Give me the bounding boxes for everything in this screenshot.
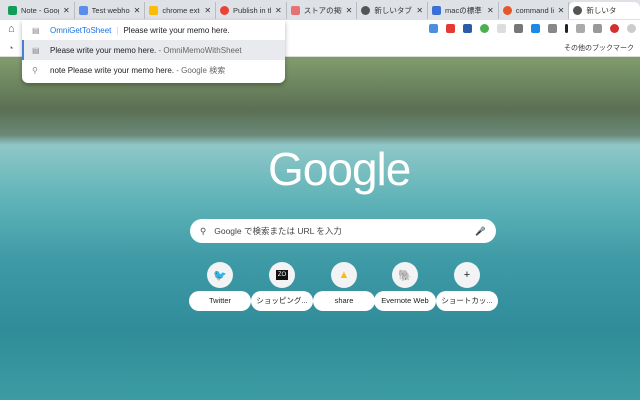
tab-active[interactable]: 新しいタ xyxy=(569,2,640,19)
extension-icon[interactable] xyxy=(610,24,619,33)
extension-icon[interactable] xyxy=(446,24,455,33)
add-shortcut[interactable]: + ショートカッ... xyxy=(436,262,498,311)
chrome-icon xyxy=(361,6,371,15)
history-icon[interactable]: ◔ xyxy=(8,43,13,53)
tab[interactable]: 新しいタブ ✕ xyxy=(357,2,429,19)
twitter-icon[interactable] xyxy=(593,24,602,33)
suggestion-search[interactable]: ⚲ note Please write your memo here. - Goo… xyxy=(22,60,285,80)
extension-icon[interactable] xyxy=(531,24,540,33)
drive-icon xyxy=(149,6,159,15)
suggestion-keyword[interactable]: ▤ OmniGetToSheet | Please write your memo h… xyxy=(22,20,285,40)
google-icon xyxy=(220,6,230,15)
close-icon[interactable]: ✕ xyxy=(275,6,282,15)
extension-icon[interactable] xyxy=(565,24,568,33)
microphone-icon[interactable]: 🎤 xyxy=(475,226,486,237)
google-logo: Google xyxy=(268,143,411,195)
drive-icon: ▲ xyxy=(331,262,357,288)
close-icon[interactable]: ✕ xyxy=(487,6,494,15)
chrome-icon xyxy=(573,6,583,15)
search-icon: ⚲ xyxy=(32,65,38,75)
shortcut-share[interactable]: ▲ share xyxy=(313,262,375,311)
divider: | xyxy=(116,25,119,35)
extension-icon[interactable] xyxy=(429,24,438,33)
tab-favicon-icon xyxy=(432,6,442,15)
tab-favicon-icon xyxy=(502,6,512,15)
close-icon[interactable]: ✕ xyxy=(416,6,423,15)
extension-icon[interactable] xyxy=(480,24,489,33)
document-icon: ▤ xyxy=(32,25,40,35)
search-placeholder: Google で検索または URL を入力 xyxy=(214,226,342,236)
tab[interactable]: Publish in th ✕ xyxy=(216,2,287,19)
tab-strip: Note - Goog ✕ Test webhoo ✕ chrome exte ✕ P… xyxy=(0,0,640,20)
tab-favicon-icon xyxy=(78,6,88,15)
shortcut-twitter[interactable]: 🐦 Twitter xyxy=(189,262,251,311)
twitter-icon: 🐦 xyxy=(207,262,233,288)
evernote-icon: 🐘 xyxy=(392,262,418,288)
extension-icon[interactable] xyxy=(463,24,472,33)
extension-icon[interactable] xyxy=(576,24,585,33)
close-icon[interactable]: ✕ xyxy=(63,6,70,15)
profile-icon[interactable] xyxy=(627,24,636,33)
sheets-icon xyxy=(8,6,17,15)
plus-icon: + xyxy=(454,262,480,288)
tab[interactable]: command li ✕ xyxy=(499,2,570,19)
tab[interactable]: chrome exte ✕ xyxy=(145,2,217,19)
search-box[interactable]: ⚲ Google で検索または URL を入力 🎤 xyxy=(190,219,496,243)
omnibox-dropdown: ▤ OmniGetToSheet | Please write your memo h… xyxy=(22,20,285,83)
tab[interactable]: macの標準ア✕ xyxy=(428,2,499,19)
extensions xyxy=(429,24,636,33)
document-icon: ▤ xyxy=(32,45,40,55)
webstore-icon xyxy=(290,6,300,15)
tab[interactable]: ストアの掲載✕ xyxy=(287,2,358,19)
shortcut-shopping[interactable]: ZO ショッピング... xyxy=(251,262,313,311)
shortcut-evernote[interactable]: 🐘 Evernote Web xyxy=(374,262,436,311)
extension-icon[interactable] xyxy=(497,24,506,33)
extension-icon[interactable] xyxy=(548,24,557,33)
extension-icon[interactable] xyxy=(514,24,523,33)
zozo-icon: ZO xyxy=(269,262,295,288)
suggestion-selected[interactable]: ▤ Please write your memo here. - OmniMemo… xyxy=(22,40,285,60)
close-icon[interactable]: ✕ xyxy=(558,6,565,15)
tab[interactable]: Note - Goog ✕ xyxy=(4,2,75,19)
search-icon: ⚲ xyxy=(200,225,207,236)
close-icon[interactable]: ✕ xyxy=(346,6,353,15)
close-icon[interactable]: ✕ xyxy=(204,6,211,15)
close-icon[interactable]: ✕ xyxy=(134,6,141,15)
home-icon[interactable]: ⌂ xyxy=(8,23,15,35)
tab[interactable]: Test webhoo ✕ xyxy=(75,2,146,19)
other-bookmarks[interactable]: その他のブックマーク xyxy=(564,43,634,53)
